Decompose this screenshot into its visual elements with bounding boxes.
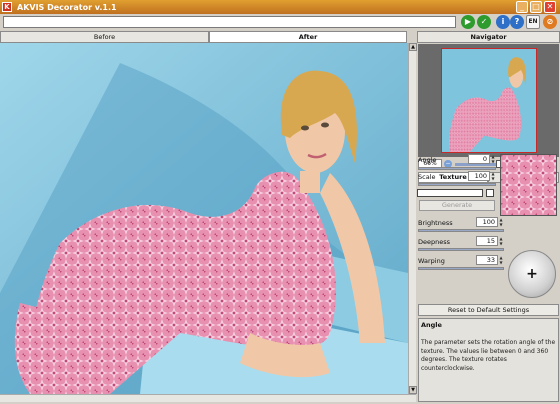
warping-spinner-icon[interactable]: ▲ ▼ (498, 255, 504, 265)
help-panel: Angle The parameter sets the rotation an… (418, 318, 559, 402)
deepness-label: Deepness (418, 238, 451, 246)
settings-panel: Navigator 66% − + Texture Color Angle 0 … (417, 31, 560, 404)
view-tabs: Before After (0, 31, 416, 43)
brightness-label: Brightness (418, 219, 453, 227)
app-window: K AKVIS Decorator v.1.1 _ □ ✕ ▶ ✓ i ? EN… (0, 0, 560, 404)
maximize-button[interactable]: □ (530, 1, 542, 13)
minimize-button[interactable]: _ (516, 1, 528, 13)
scale-input[interactable]: 100 (468, 171, 490, 181)
help-text: The parameter sets the rotation angle of… (421, 339, 556, 372)
thumbnail-image (442, 49, 536, 152)
scroll-up-icon[interactable]: ▲ (409, 43, 417, 51)
texture-preview[interactable] (500, 154, 557, 216)
help-icon[interactable]: ? (510, 15, 524, 29)
toolbar: ▶ ✓ i ? EN ⊘ (0, 14, 560, 30)
deepness-spinner-icon[interactable]: ▲ ▼ (498, 236, 504, 246)
run-icon[interactable]: ▶ (461, 15, 475, 29)
brightness-input[interactable]: 100 (476, 217, 498, 227)
scale-label: Scale (418, 173, 436, 181)
image-canvas[interactable] (0, 43, 408, 394)
navigator-title: Navigator (417, 31, 560, 43)
language-button[interactable]: EN (526, 15, 540, 29)
scale-spinner-icon[interactable]: ▲ ▼ (490, 171, 496, 181)
tab-before[interactable]: Before (0, 31, 209, 43)
horizontal-scrollbar[interactable] (0, 394, 416, 402)
texture-file-field[interactable] (417, 189, 483, 197)
angle-label: Angle (418, 156, 437, 164)
help-title: Angle (421, 321, 442, 329)
vertical-scrollbar[interactable]: ▲ ▼ (408, 43, 417, 394)
texture-checkbox[interactable] (486, 189, 494, 197)
scroll-down-icon[interactable]: ▼ (409, 386, 417, 394)
exit-icon[interactable]: ⊘ (543, 15, 557, 29)
scale-slider[interactable] (418, 183, 496, 186)
close-window-button[interactable]: ✕ (544, 1, 556, 13)
angle-slider[interactable] (418, 167, 496, 170)
path-field[interactable] (3, 16, 456, 28)
tab-after[interactable]: After (209, 31, 407, 43)
apply-icon[interactable]: ✓ (477, 15, 491, 29)
warping-label: Warping (418, 257, 445, 265)
angle-input[interactable]: 0 (468, 154, 490, 164)
info-icon[interactable]: i (496, 15, 510, 29)
warping-slider[interactable] (418, 267, 504, 270)
texture-pattern (501, 155, 556, 215)
reset-defaults-button[interactable]: Reset to Default Settings (418, 304, 559, 316)
deepness-slider[interactable] (418, 248, 504, 251)
brightness-slider[interactable] (418, 229, 504, 232)
app-logo-icon: K (2, 2, 12, 12)
angle-spinner-icon[interactable]: ▲ ▼ (490, 154, 496, 164)
decorated-photo (0, 43, 408, 394)
navigator-frame (418, 44, 559, 157)
deepness-input[interactable]: 15 (476, 236, 498, 246)
title-bar: K AKVIS Decorator v.1.1 _ □ ✕ (0, 0, 560, 14)
warping-input[interactable]: 33 (476, 255, 498, 265)
light-direction-icon[interactable]: + (508, 250, 556, 298)
window-title: AKVIS Decorator v.1.1 (17, 2, 117, 12)
navigator-thumbnail[interactable] (441, 48, 537, 153)
generate-button[interactable]: Generate (419, 200, 495, 211)
brightness-spinner-icon[interactable]: ▲ ▼ (498, 217, 504, 227)
